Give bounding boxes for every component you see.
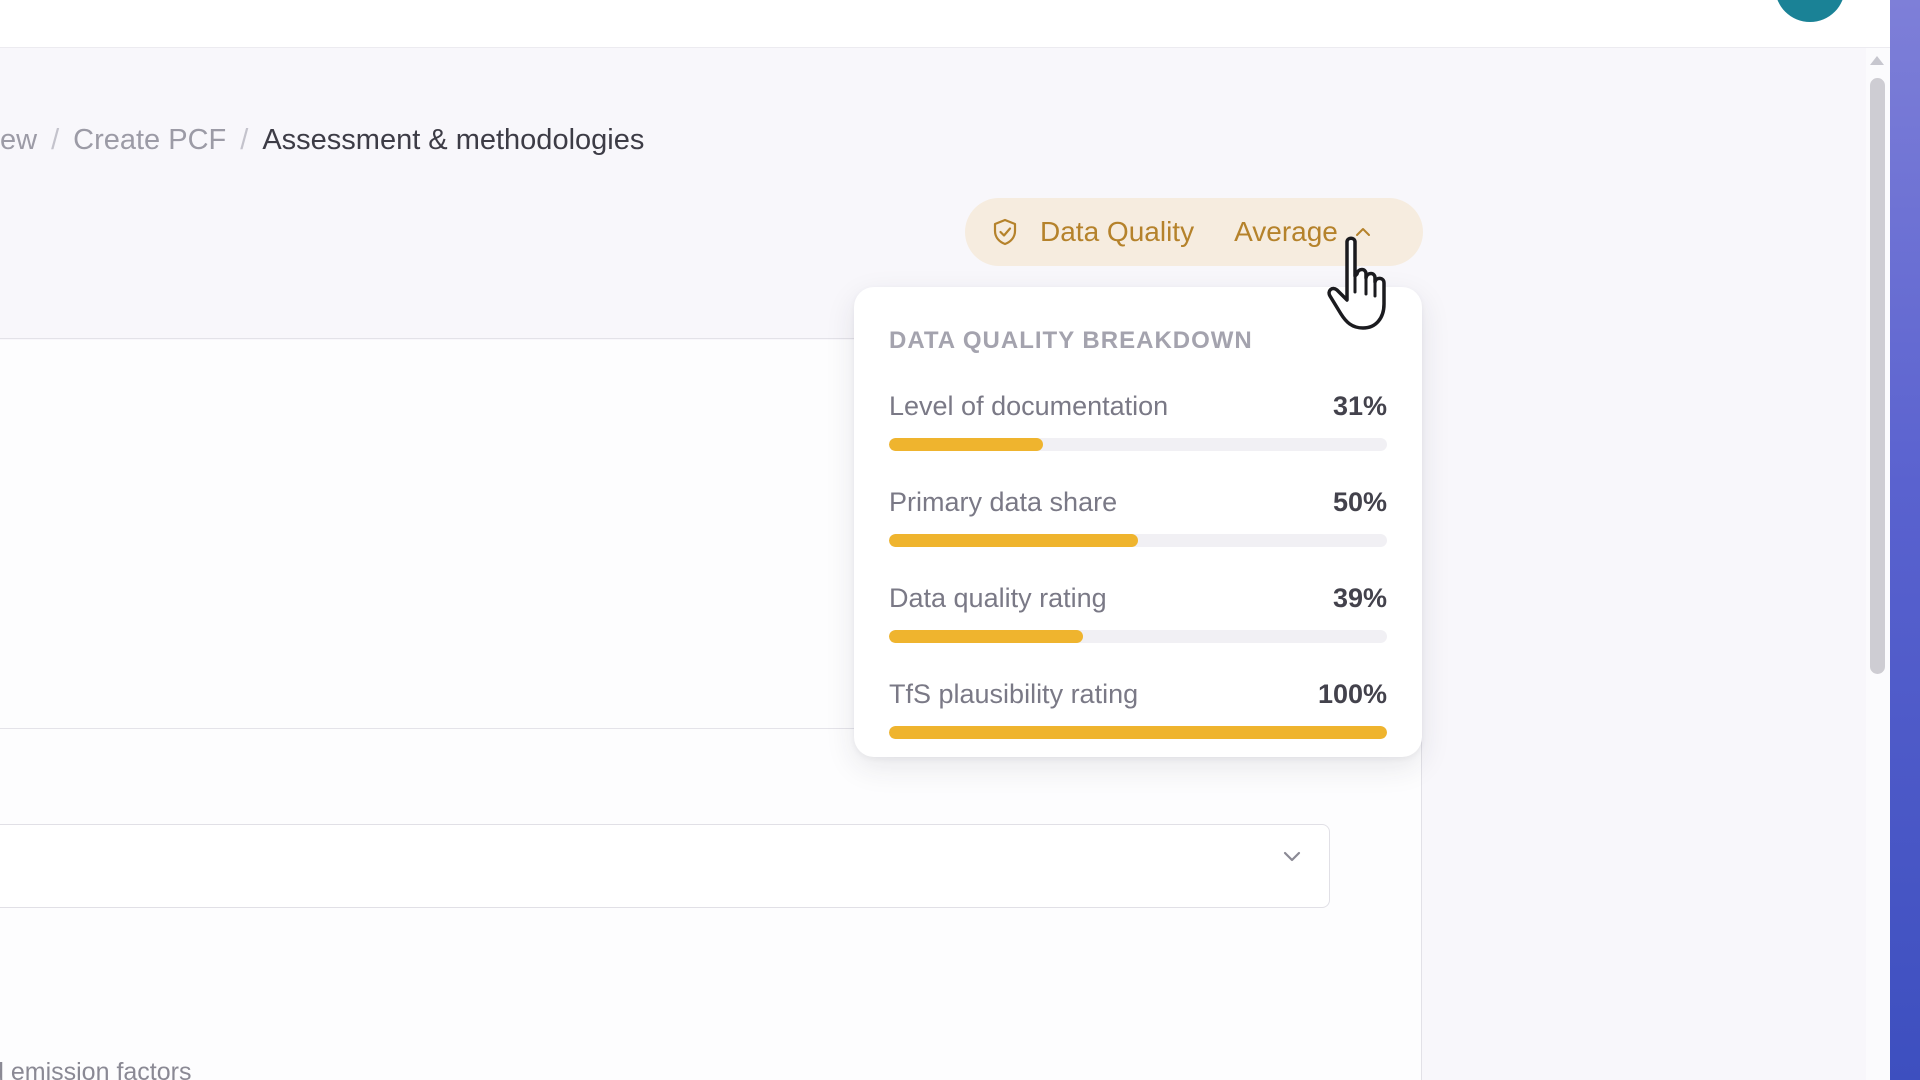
hand-pointer-icon: [1327, 236, 1386, 330]
select-field[interactable]: [0, 824, 1330, 908]
metric-row: Level of documentation 31%: [889, 391, 1387, 451]
section-divider: [0, 728, 860, 729]
field-label: d emission factors: [0, 1058, 192, 1080]
breadcrumb-item-create-pcf[interactable]: Create PCF: [73, 124, 226, 157]
progress-fill: [889, 630, 1084, 643]
metric-percent: 39%: [1332, 583, 1387, 613]
metric-label: Level of documentation: [889, 391, 1169, 421]
breadcrumb-item-overview[interactable]: ew: [0, 124, 37, 157]
progress-track: [889, 726, 1387, 739]
background-edge: [1890, 0, 1920, 1080]
progress-track: [889, 630, 1387, 643]
scrollbar-thumb[interactable]: [1870, 78, 1885, 674]
section-divider: [0, 338, 860, 339]
chevron-down-icon[interactable]: [1282, 850, 1302, 870]
metric-row: Data quality rating 39%: [889, 583, 1387, 643]
avatar[interactable]: [1775, 0, 1845, 22]
breadcrumb-current: Assessment & methodologies: [262, 123, 645, 156]
progress-fill: [889, 438, 1044, 451]
metric-row: Primary data share 50%: [889, 487, 1387, 547]
progress-track: [889, 534, 1387, 547]
metric-label: Data quality rating: [889, 583, 1107, 613]
metric-percent: 31%: [1332, 391, 1387, 421]
breadcrumb: ew / Create PCF / Assessment & methodolo…: [0, 120, 644, 160]
breadcrumb-separator: /: [51, 123, 60, 156]
breadcrumb-separator: /: [240, 123, 249, 156]
metric-label: TfS plausibility rating: [889, 679, 1139, 709]
metric-percent: 50%: [1332, 487, 1387, 517]
metric-label: Primary data share: [889, 487, 1118, 517]
shield-check-icon: [993, 218, 1017, 246]
data-quality-label: Data Quality: [1040, 216, 1195, 247]
progress-fill: [889, 726, 1387, 739]
panel-heading: DATA QUALITY BREAKDOWN: [889, 327, 1253, 354]
metric-percent: 100%: [1317, 679, 1387, 709]
metric-row: TfS plausibility rating 100%: [889, 679, 1387, 739]
scroll-up-arrow-icon[interactable]: [1870, 56, 1884, 65]
progress-fill: [889, 534, 1138, 547]
top-bar: [0, 0, 1890, 48]
progress-track: [889, 438, 1387, 451]
data-quality-breakdown-panel: DATA QUALITY BREAKDOWN Level of document…: [854, 287, 1422, 757]
app-window: ew / Create PCF / Assessment & methodolo…: [0, 0, 1920, 1080]
data-quality-value: Average: [1234, 216, 1338, 247]
